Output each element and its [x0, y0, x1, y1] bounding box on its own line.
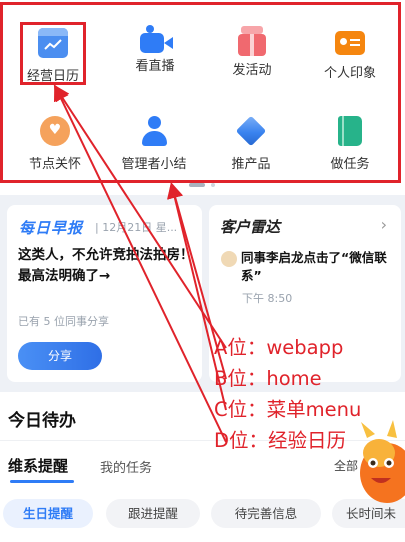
daily-news-date: | 12月21日 星...	[95, 221, 178, 234]
daily-news-card[interactable]: 每日早报 | 12月21日 星... 这类人，不允许竞拍法拍房！最高法明确了→ …	[7, 205, 202, 382]
chevron-right-icon[interactable]: ›	[381, 215, 387, 234]
tab-all[interactable]: 全部	[334, 457, 358, 474]
page-dot	[211, 183, 215, 187]
tab-active-indicator	[10, 480, 74, 483]
customer-radar-event: 同事李启龙点击了“微信联系”	[241, 250, 387, 283]
annotation-c: C位：菜单menu	[214, 398, 362, 421]
customer-radar-title: 客户雷达	[220, 218, 281, 236]
annotation-a: A位：webapp	[214, 336, 344, 359]
dragon-mascot-icon[interactable]	[357, 418, 405, 513]
chip-incomplete-info[interactable]: 待完善信息	[211, 499, 321, 528]
daily-news-headline[interactable]: 这类人，不允许竞拍法拍房！最高法明确了→	[18, 245, 196, 287]
share-count: 已有 5 位同事分享	[18, 315, 109, 328]
page-dot-active	[189, 183, 205, 187]
chip-follow-up-reminder[interactable]: 跟进提醒	[106, 499, 200, 528]
annotation-d: D位：经验日历	[214, 429, 347, 452]
daily-news-logo: 每日早报	[19, 219, 84, 237]
chip-birthday-reminder[interactable]: 生日提醒	[3, 499, 93, 528]
tab-maintenance-reminder[interactable]: 维系提醒	[8, 455, 68, 476]
todo-title: 今日待办	[8, 411, 76, 431]
tab-my-tasks[interactable]: 我的任务	[100, 457, 152, 476]
page-indicator	[189, 183, 219, 189]
customer-radar-time: 下午 8:50	[242, 292, 293, 305]
calendar-highlight-frame	[20, 22, 86, 85]
annotation-b: B位：home	[214, 367, 322, 390]
avatar	[221, 251, 237, 267]
share-button[interactable]: 分享	[18, 342, 102, 370]
